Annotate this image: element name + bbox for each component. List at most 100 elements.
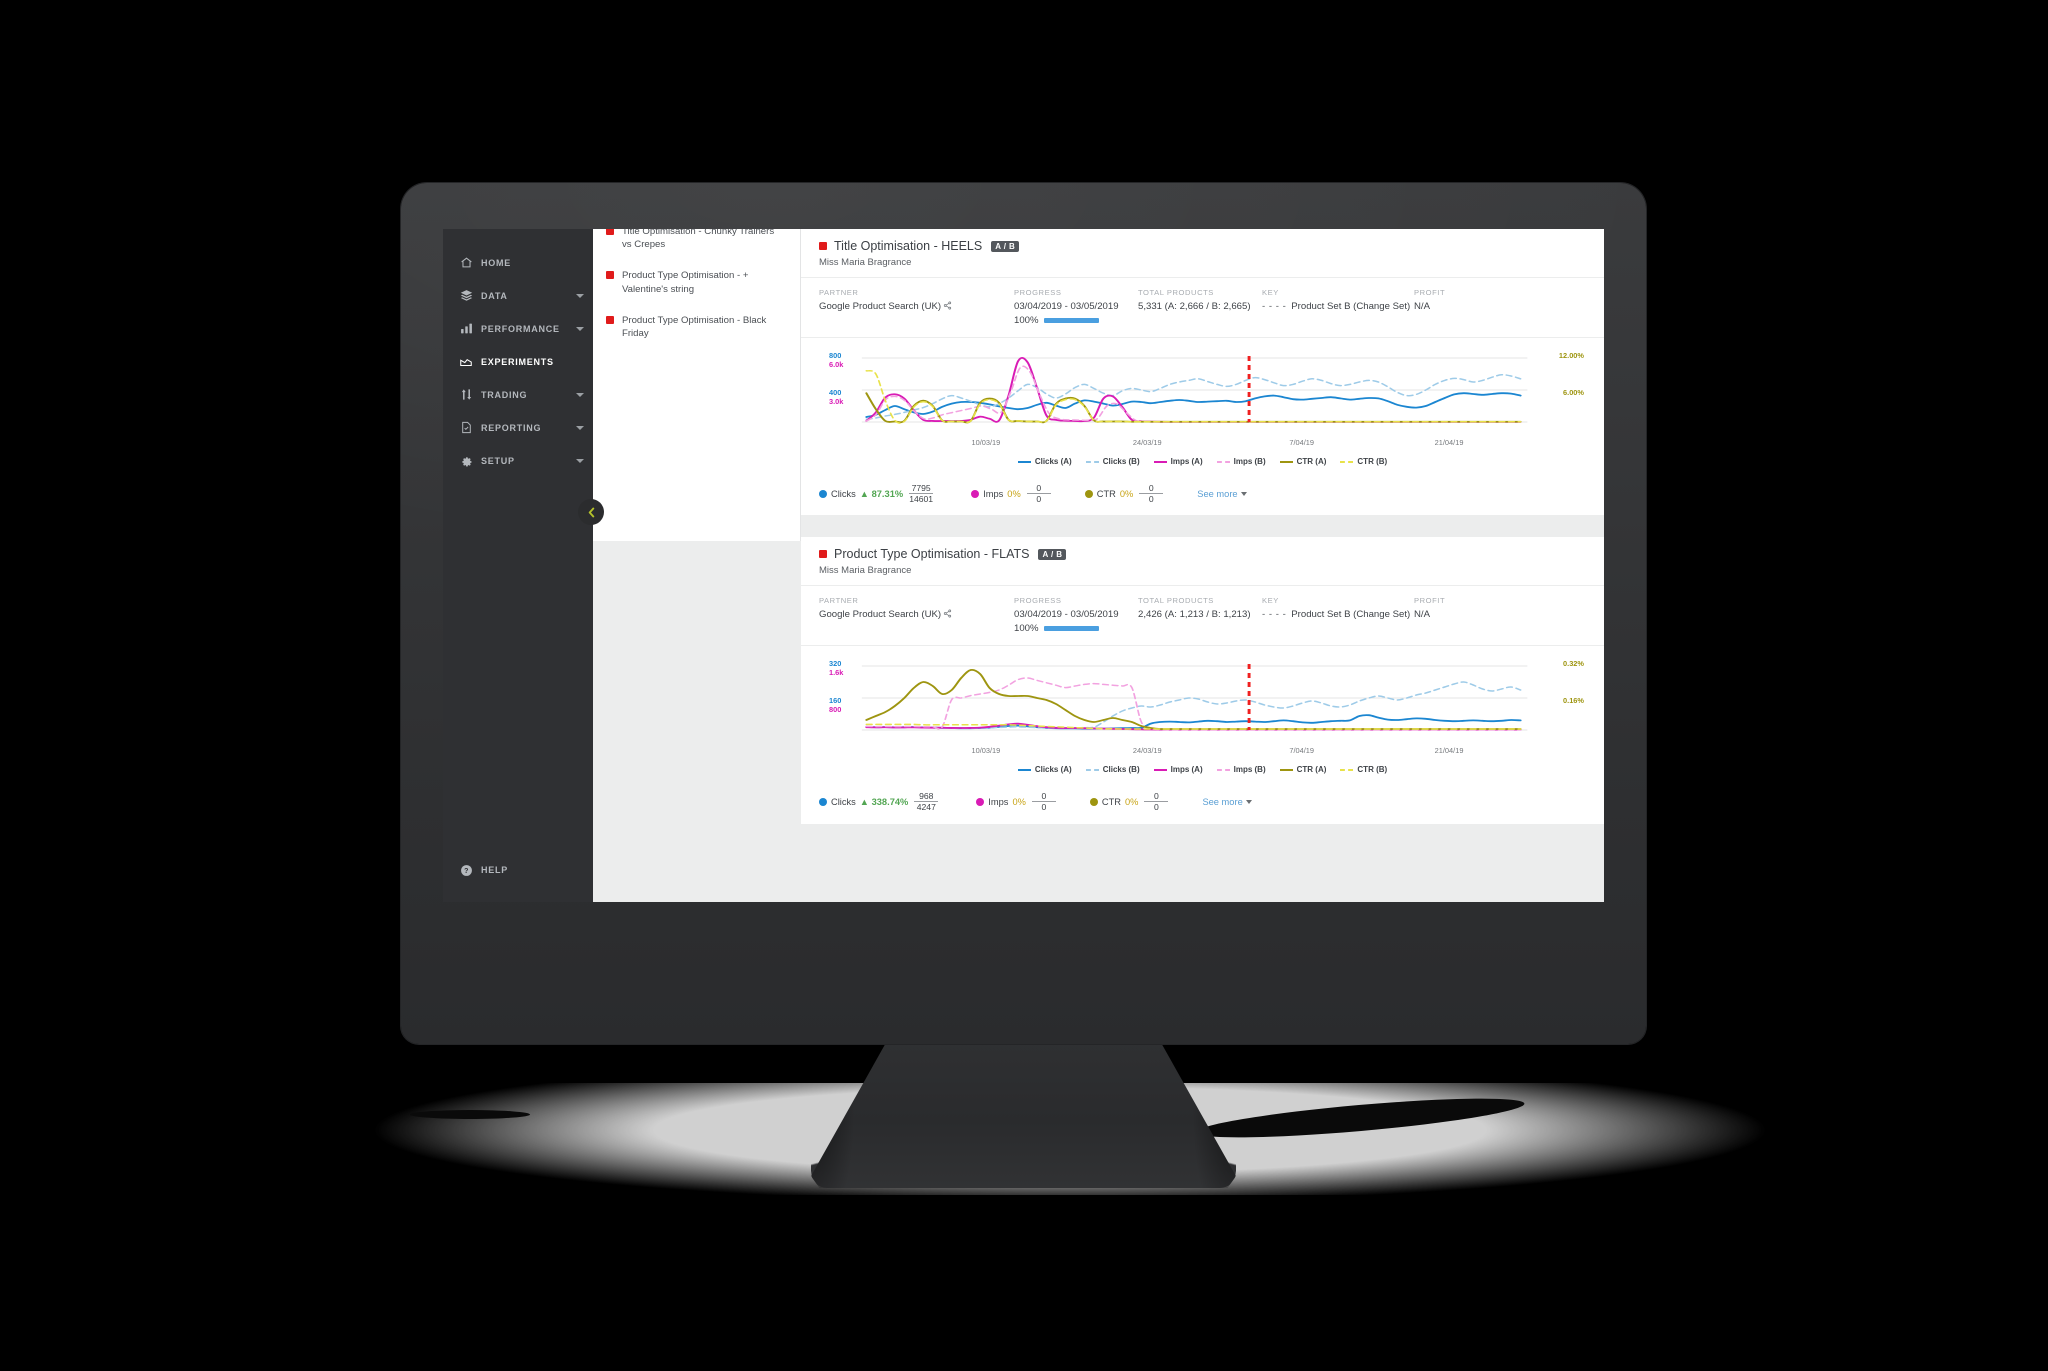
flask-icon: [456, 355, 476, 369]
screen: HOME DATA PERFORMANCE EXPERIMENTS TRADIN…: [443, 229, 1604, 902]
legend-swatch-icon: [1216, 768, 1230, 771]
legend-item[interactable]: Clicks (A): [1017, 765, 1072, 774]
sidebar-item-help[interactable]: ? HELP: [443, 853, 593, 887]
sidebar-item-performance[interactable]: PERFORMANCE: [443, 312, 593, 345]
legend-swatch-icon: [1017, 768, 1031, 771]
meta-label: PROFIT: [1414, 288, 1446, 297]
legend-item[interactable]: Imps (B): [1216, 457, 1266, 466]
card-stats-row: Clicks ▲ 87.31% 7795 14601 Imps 0% 0 0 C…: [801, 475, 1604, 515]
gear-icon: [456, 454, 476, 467]
card-title-text: Title Optimisation - HEELS: [834, 239, 983, 253]
progress-indicator: 100%: [1014, 623, 1138, 634]
stat-denominator: 4247: [914, 801, 939, 812]
see-more-button[interactable]: See more: [1202, 797, 1252, 807]
key-text: Product Set B (Change Set): [1291, 301, 1411, 312]
ctr-dot-icon: [1089, 797, 1098, 806]
card-header: Product Type Optimisation - FLATS A / B …: [801, 537, 1604, 587]
chart-container: 320 1.6k 160 800 0.32% 0.16% 10/03/19 24/03/19 7…: [801, 646, 1604, 760]
stat-label: Clicks: [831, 488, 856, 499]
see-more-label: See more: [1197, 488, 1238, 499]
axis-tick-label: 0.16%: [1563, 696, 1584, 706]
list-item[interactable]: Product Type Optimisation - Black Friday: [593, 305, 800, 349]
page-title: Title Optimisation - HEELS A / B: [819, 239, 1586, 253]
share-nodes-icon[interactable]: [943, 301, 952, 313]
meta-value: 2,426 (A: 1,213 / B: 1,213): [1138, 609, 1251, 621]
sidebar-item-setup[interactable]: SETUP: [443, 444, 593, 477]
legend-item[interactable]: Clicks (B): [1085, 457, 1140, 466]
stat-fraction: 0 0: [1026, 483, 1051, 504]
sidebar-item-label: HOME: [481, 257, 511, 268]
sidebar-item-data[interactable]: DATA: [443, 279, 593, 312]
meta-key: KEY - - - - Product Set B (Change Set): [1262, 596, 1414, 634]
axis-tick-label: 800: [829, 351, 842, 360]
list-item-label: Product Type Optimisation - Black Friday: [622, 314, 767, 340]
axis-tick-label: 7/04/19: [1289, 746, 1315, 756]
legend-label: Clicks (B): [1102, 765, 1140, 775]
legend-item[interactable]: Clicks (B): [1085, 765, 1140, 775]
bar-chart-icon: [456, 322, 476, 335]
stat-label: Clicks: [831, 796, 856, 807]
axis-tick-label: 6.00%: [1563, 388, 1584, 397]
legend-swatch-icon: [1085, 768, 1099, 771]
experiment-list-panel[interactable]: Title Optimisation - Chunky Trainers vs …: [593, 229, 801, 541]
ctr-dot-icon: [1084, 489, 1093, 498]
layers-icon: [456, 289, 476, 302]
legend-swatch-icon: [1340, 460, 1354, 463]
axis-tick-label: 0.32%: [1563, 659, 1584, 669]
axis-tick-label: 12.00%: [1558, 351, 1584, 360]
list-item[interactable]: Title Optimisation - Chunky Trainers vs …: [593, 229, 800, 260]
stat-numerator: 0: [1041, 791, 1047, 802]
sidebar-nav: HOME DATA PERFORMANCE EXPERIMENTS TRADIN…: [443, 229, 593, 477]
status-square-icon: [819, 550, 827, 559]
legend-item[interactable]: Imps (A): [1153, 457, 1203, 466]
chart-legend: Clicks (A) Clicks (B) Imps (A) Imps (B) CTR …: [801, 452, 1604, 475]
experiment-chart[interactable]: 800 6.0k 400 3.0k 12.00% 6.00% 10/03/19 24/03/1…: [819, 350, 1586, 448]
axis-tick-label: 160: [829, 696, 842, 706]
legend-item[interactable]: CTR (B): [1340, 457, 1387, 466]
list-item[interactable]: Product Type Optimisation - + Valentine'…: [593, 260, 800, 304]
legend-swatch-icon: [1153, 460, 1167, 463]
share-nodes-icon[interactable]: [943, 609, 952, 621]
legend-label: Imps (B): [1233, 765, 1266, 775]
stat-imps: Imps 0% 0 0: [971, 483, 1051, 504]
legend-label: Imps (A): [1170, 765, 1203, 775]
stat-numerator: 968: [919, 791, 934, 802]
main-content: Title Optimisation - HEELS A / B Miss Ma…: [801, 229, 1604, 902]
chevron-down-icon: [1240, 491, 1247, 496]
card-header: Title Optimisation - HEELS A / B Miss Ma…: [801, 229, 1604, 278]
legend-item[interactable]: Clicks (A): [1017, 457, 1072, 466]
stat-change: 0%: [1119, 488, 1134, 499]
meta-profit: PROFIT N/A: [1414, 288, 1484, 326]
meta-value: 5,331 (A: 2,666 / B: 2,665): [1138, 301, 1251, 312]
stat-numerator: 0: [1148, 483, 1154, 493]
legend-swatch-icon: [1340, 768, 1354, 771]
sidebar-item-experiments[interactable]: EXPERIMENTS: [443, 345, 593, 378]
legend-item[interactable]: CTR (A): [1279, 765, 1326, 774]
sidebar-collapse-button[interactable]: [578, 499, 604, 525]
sidebar-item-home[interactable]: HOME: [443, 246, 593, 279]
sidebar-item-reporting[interactable]: REPORTING: [443, 411, 593, 444]
meta-profit: PROFIT N/A: [1414, 596, 1484, 634]
legend-swatch-icon: [1017, 460, 1031, 463]
stat-label: Imps: [988, 796, 1009, 807]
experiment-card: Title Optimisation - HEELS A / B Miss Ma…: [801, 229, 1604, 516]
stat-numerator: 7795: [911, 483, 931, 493]
axis-tick-label: 24/03/19: [1132, 438, 1162, 447]
experiment-chart[interactable]: 320 1.6k 160 800 0.32% 0.16% 10/03/19 24/03/19 7…: [819, 658, 1586, 756]
stat-ctr: CTR 0% 0 0: [1089, 791, 1169, 812]
meta-progress: PROGRESS 03/04/2019 - 03/05/2019 100%: [1014, 596, 1138, 634]
meta-label: TOTAL PRODUCTS: [1138, 288, 1214, 297]
legend-item[interactable]: Imps (A): [1153, 765, 1203, 775]
experiment-card: Product Type Optimisation - FLATS A / B …: [801, 537, 1604, 824]
see-more-button[interactable]: See more: [1197, 488, 1247, 499]
stat-change: 0%: [1125, 796, 1139, 807]
chevron-down-icon: [576, 326, 584, 331]
legend-item[interactable]: Imps (B): [1216, 765, 1266, 775]
legend-swatch-icon: [1279, 768, 1293, 771]
sidebar-item-trading[interactable]: TRADING: [443, 378, 593, 411]
legend-swatch-icon: [1216, 460, 1230, 463]
stat-label: CTR: [1096, 488, 1116, 499]
legend-item[interactable]: CTR (A): [1279, 457, 1326, 466]
progress-indicator: 100%: [1014, 315, 1138, 326]
legend-item[interactable]: CTR (B): [1340, 765, 1387, 774]
